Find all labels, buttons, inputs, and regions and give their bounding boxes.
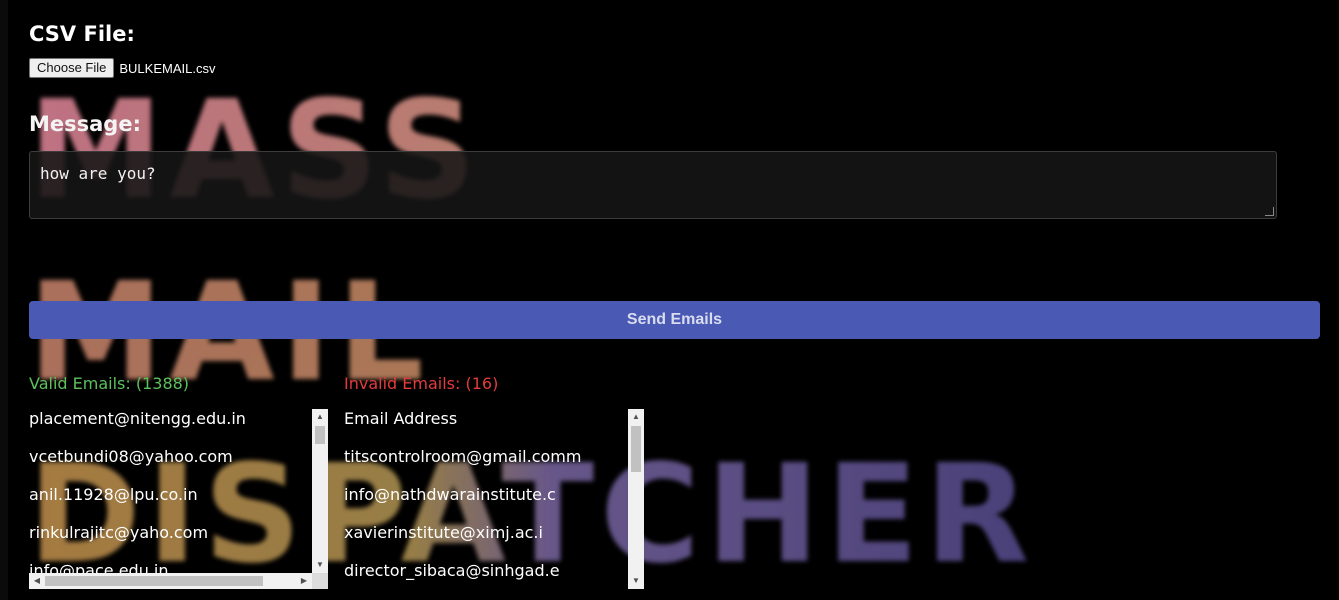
selected-file-name: BULKEMAIL.csv	[119, 60, 216, 76]
scroll-up-arrow-icon[interactable]: ▲	[312, 409, 328, 425]
invalid-emails-list[interactable]: Email Address titscontrolroom@gmail.comm…	[344, 409, 644, 589]
valid-emails-list[interactable]: placement@nitengg.edu.in vcetbundi08@yah…	[29, 409, 328, 589]
list-item[interactable]: director_sibaca@sinhgad.e	[344, 561, 644, 589]
list-item[interactable]: placement@nitengg.edu.in	[29, 409, 328, 447]
scroll-up-arrow-icon[interactable]: ▲	[628, 409, 644, 425]
scroll-down-arrow-icon[interactable]: ▼	[628, 573, 644, 589]
message-textarea[interactable]: how are you?	[29, 151, 1277, 219]
invalid-emails-header: Invalid Emails: (16)	[344, 374, 499, 393]
choose-file-button[interactable]: Choose File	[29, 58, 115, 78]
send-emails-button[interactable]: Send Emails	[29, 301, 1320, 339]
scroll-right-arrow-icon[interactable]: ▶	[296, 573, 312, 589]
list-item[interactable]: rinkulrajitc@yaho.com	[29, 523, 328, 561]
resize-handle-icon[interactable]	[1265, 207, 1274, 216]
list-item[interactable]: xavierinstitute@ximj.ac.i	[344, 523, 644, 561]
list-item[interactable]: info@nathdwarainstitute.c	[344, 485, 644, 523]
vertical-scrollbar[interactable]: ▲ ▼	[628, 409, 644, 589]
vertical-scrollbar[interactable]: ▲ ▼	[312, 409, 328, 573]
list-item[interactable]: titscontrolroom@gmail.comm	[344, 447, 644, 485]
horizontal-scrollbar[interactable]: ◀ ▶	[29, 573, 328, 589]
scroll-down-arrow-icon[interactable]: ▼	[312, 557, 328, 573]
scroll-thumb[interactable]	[315, 426, 325, 444]
list-item[interactable]: anil.11928@lpu.co.in	[29, 485, 328, 523]
list-item[interactable]: vcetbundi08@yahoo.com	[29, 447, 328, 485]
csv-file-label: CSV File:	[29, 22, 135, 46]
valid-emails-header: Valid Emails: (1388)	[29, 374, 190, 393]
message-text: how are you?	[40, 164, 156, 183]
message-label: Message:	[29, 112, 141, 136]
form-container: CSV File: Choose File BULKEMAIL.csv Mess…	[0, 0, 1339, 600]
scroll-thumb[interactable]	[631, 426, 641, 472]
list-item[interactable]: Email Address	[344, 409, 644, 447]
file-input[interactable]: Choose File BULKEMAIL.csv	[29, 58, 215, 78]
scroll-thumb[interactable]	[45, 576, 263, 586]
scroll-left-arrow-icon[interactable]: ◀	[29, 573, 45, 589]
scrollbar-corner	[312, 573, 328, 589]
